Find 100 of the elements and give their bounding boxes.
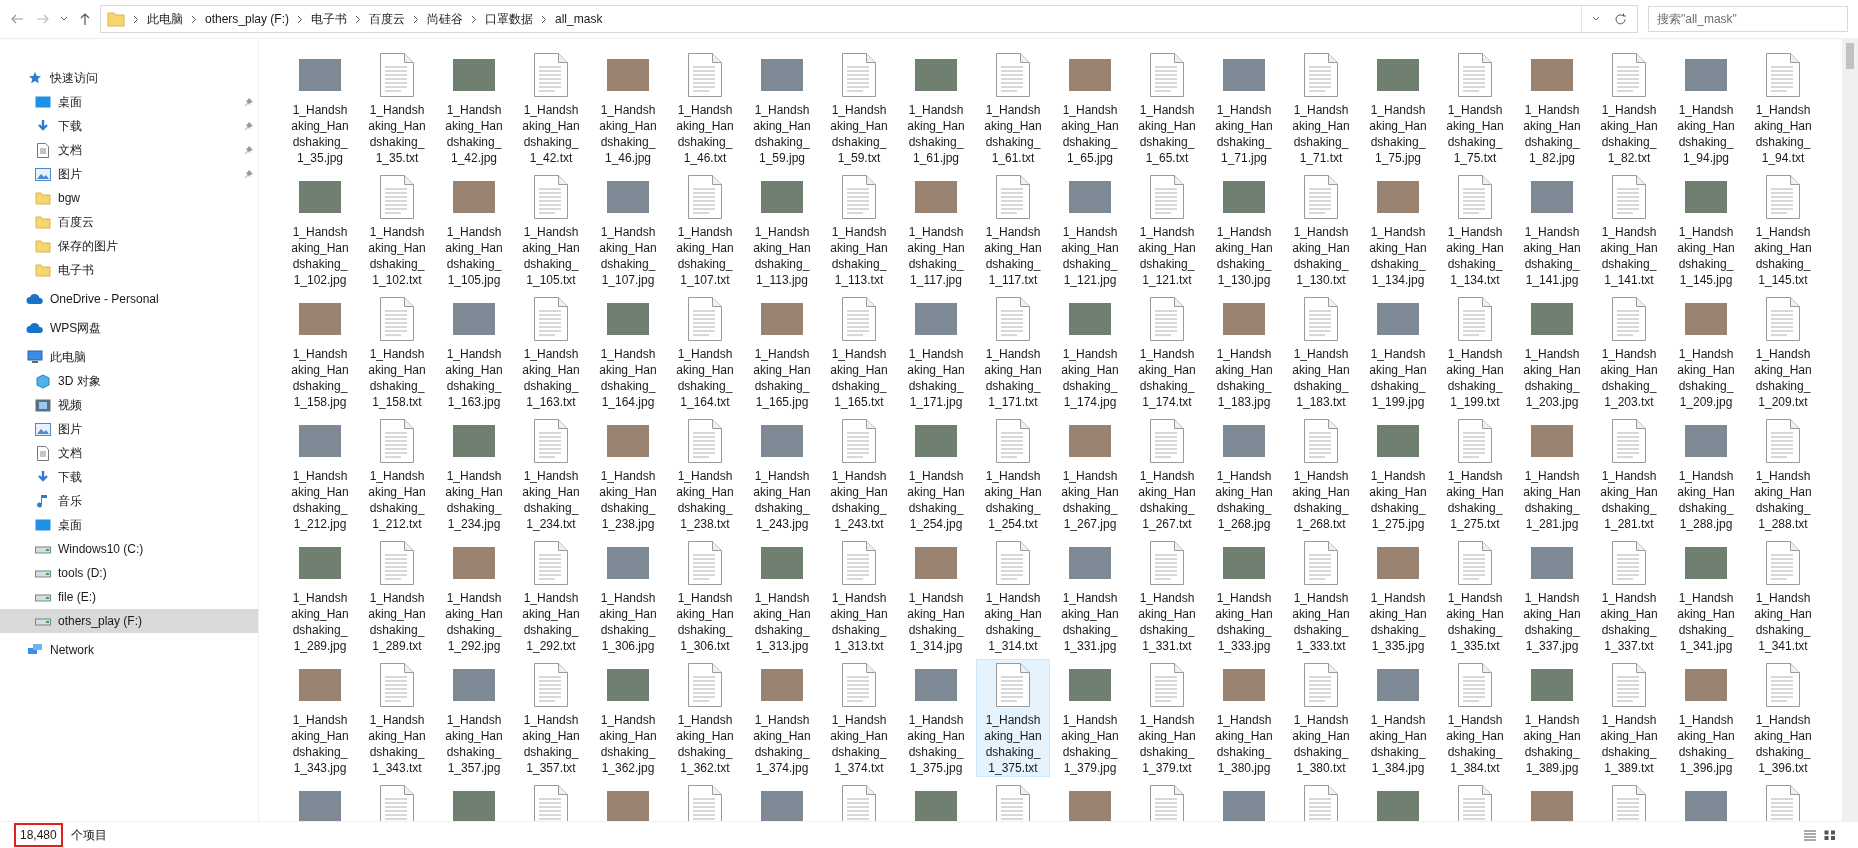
file-item[interactable]: 1_Handshaking_Handshaking_1_163.jpg [437,293,511,411]
file-item[interactable]: 1_Handshaking_Handshaking_1_335.txt [1438,537,1512,655]
file-item[interactable]: 1_Handshaking_Handshaking_1_117.jpg [899,171,973,289]
file-item[interactable]: 1_Handshaking_Handshaking_1_65.txt [1130,49,1204,167]
file-item[interactable]: 1_Handshaking_Handshaking_1_331.jpg [1053,537,1127,655]
file-item[interactable]: 1_Handshaking_Handshaking_1_75.txt [1438,49,1512,167]
file-item[interactable]: 1_Handshaking_Handshaking_1_61.jpg [899,49,973,167]
file-item[interactable]: 1_Handshaking_Handshaking_1_384.txt [1438,659,1512,777]
file-item[interactable]: 1_Handshaking_Handshaking_1_243.txt [822,415,896,533]
file-item[interactable]: 1_Handshaking_Handshaking_1_281.jpg [1515,415,1589,533]
breadcrumb-item[interactable]: 此电脑 [147,10,183,28]
file-item[interactable]: 1_Handshaking_Handshaking_1_102.txt [360,171,434,289]
file-item[interactable]: 1_Handshaking_Handshaking_1_134.jpg [1361,171,1435,289]
sidebar-item[interactable]: 3D 对象 [0,369,258,393]
sidebar-item[interactable]: 桌面 [0,513,258,537]
sidebar-item[interactable]: tools (D:) [0,561,258,585]
file-item[interactable]: 1_Handshaking_Handshaking_1_333.txt [1284,537,1358,655]
file-item[interactable]: 1_Handshaking_Handshaking_1_292.txt [514,537,588,655]
file-item[interactable]: 1_Handshaking_Handshaking_1_164.txt [668,293,742,411]
file-item[interactable]: 1_Handshaking_Handshaking_1_313.jpg [745,537,819,655]
file-item[interactable]: 1_Handshaking_Handshaking_1_158.jpg [283,293,357,411]
file-item[interactable]: 1_Handshaking_Handshaking_1_389.txt [1592,659,1666,777]
file-item[interactable]: 1_Handshaking_Handshaking_1_343.jpg [283,659,357,777]
file-item[interactable]: 1_Handshaking_Handshaking_1_59.txt [822,49,896,167]
dropdown-icon[interactable] [1592,16,1600,22]
file-item[interactable]: 1_Handshaking_Handshaking_1_75.jpg [1361,49,1435,167]
file-item[interactable]: 1_Handshaking_Handshaking_1_341.txt [1746,537,1820,655]
file-item[interactable]: 1_Handshaking_Handshaking_1_59.jpg [745,49,819,167]
file-item[interactable]: 1_Handshaking_Handshaking_1_199.jpg [1361,293,1435,411]
file-item[interactable]: 1_Handshaking_Handshaking_1_82.txt [1592,49,1666,167]
file-item[interactable]: 1_Handshaking_Handshaking_1_337.jpg [1515,537,1589,655]
sidebar-item[interactable]: 电子书 [0,258,258,282]
sidebar-item[interactable]: 保存的图片 [0,234,258,258]
pin-icon[interactable] [244,169,254,179]
sidebar-item[interactable]: 下载 [0,465,258,489]
file-item[interactable]: 1_Handshaking_Handshaking_1_333.jpg [1207,537,1281,655]
file-item[interactable]: 1_Handshaking_Handshaking_1_357.jpg [437,659,511,777]
file-item[interactable]: 1_Handshaking_Handshaking_1_203.txt [1592,293,1666,411]
file-item[interactable]: 1_Handshaking_Handshaking_1_94.jpg [1669,49,1743,167]
sidebar-item[interactable]: 图片 [0,417,258,441]
file-item[interactable]: 1_Handshaking_Handshaking_1_243.jpg [745,415,819,533]
file-item[interactable]: 1_Handshaking_Handshaking_1_113.txt [822,171,896,289]
file-item[interactable]: 1_Handshaking_Handshaking_1_107.txt [668,171,742,289]
sidebar-item[interactable]: OneDrive - Personal [0,287,258,311]
file-item[interactable]: 1_Handshaking_Handshaking_1_42.jpg [437,49,511,167]
refresh-icon[interactable] [1614,12,1627,26]
file-item[interactable]: 1_Handshaking_Handshaking_1_65.jpg [1053,49,1127,167]
file-item[interactable]: 1_Handshaking_Handshaking_1_289.jpg [283,537,357,655]
file-item[interactable]: 1_Handshaking_Handshaking_1_105.txt [514,171,588,289]
file-item[interactable]: 1_Handshaking_Handshaking_1_380.jpg [1207,659,1281,777]
file-item[interactable]: 1_Handshaking_Handshaking_1_254.jpg [899,415,973,533]
file-item[interactable]: 1_Handshaking_Handshaking_1_374.jpg [745,659,819,777]
file-item[interactable]: 1_Handshaking_Handshaking_1_171.jpg [899,293,973,411]
file-item[interactable]: 1_Handshaking_Handshaking_1_238.txt [668,415,742,533]
file-item[interactable]: 1_Handshaking_Handshaking_1_267.txt [1130,415,1204,533]
file-item[interactable]: 1_Handshaking_Handshaking_1_130.txt [1284,171,1358,289]
search-field[interactable]: 搜索"all_mask" [1648,6,1848,32]
file-item[interactable]: 1_Handshaking_Handshaking_1_384.jpg [1361,659,1435,777]
file-item[interactable]: 1_Handshaking_Handshaking_1_134.txt [1438,171,1512,289]
details-view-icon[interactable] [1804,829,1816,841]
file-item[interactable]: 1_Handshaking_Handshaking_1_203.jpg [1515,293,1589,411]
file-item[interactable]: 1_Handshaking_Handshaking_1_105.jpg [437,171,511,289]
sidebar-item[interactable]: 音乐 [0,489,258,513]
file-item[interactable]: 1_Handshaking_Handshaking_1_209.jpg [1669,293,1743,411]
file-item[interactable]: 1_Handshaking_Handshaking_1_380.txt [1284,659,1358,777]
sidebar-item[interactable]: others_play (F:) [0,609,258,633]
file-item[interactable]: 1_Handshaking_Handshaking_1_42.txt [514,49,588,167]
file-item[interactable]: 1_Handshaking_Handshaking_1_379.jpg [1053,659,1127,777]
file-item[interactable]: 1_Handshaking_Handshaking_1_254.txt [976,415,1050,533]
file-item[interactable]: 1_Handshaking_Handshaking_1_357.txt [514,659,588,777]
file-item[interactable]: 1_Handshaking_Handshaking_1_117.txt [976,171,1050,289]
file-item[interactable]: 1_Handshaking_Handshaking_1_268.txt [1284,415,1358,533]
file-item[interactable]: 1_Handshaking_Handshaking_1_314.jpg [899,537,973,655]
sidebar-item[interactable]: 百度云 [0,210,258,234]
file-item[interactable]: 1_Handshaking_Handshaking_1_288.txt [1746,415,1820,533]
file-item[interactable]: 1_Handshaking_Handshaking_1_331.txt [1130,537,1204,655]
file-item[interactable]: 1_Handshaking_Handshaking_1_171.txt [976,293,1050,411]
file-item[interactable]: 1_Handshaking_Handshaking_1_165.txt [822,293,896,411]
file-item[interactable]: 1_Handshaking_Handshaking_1_94.txt [1746,49,1820,167]
file-item[interactable]: 1_Handshaking_Handshaking_1_102.jpg [283,171,357,289]
file-item[interactable]: 1_Handshaking_Handshaking_1_275.txt [1438,415,1512,533]
file-item[interactable]: 1_Handshaking_Handshaking_1_61.txt [976,49,1050,167]
file-item[interactable]: 1_Handshaking_Handshaking_1_374.txt [822,659,896,777]
file-item[interactable]: 1_Handshaking_Handshaking_1_396.txt [1746,659,1820,777]
scrollbar[interactable] [1842,39,1858,821]
file-item[interactable]: 1_Handshaking_Handshaking_1_35.txt [360,49,434,167]
file-item[interactable]: 1_Handshaking_Handshaking_1_362.txt [668,659,742,777]
file-item[interactable]: 1_Handshaking_Handshaking_1_174.txt [1130,293,1204,411]
file-item[interactable]: 1_Handshaking_Handshaking_1_306.jpg [591,537,665,655]
file-item[interactable]: 1_Handshaking_Handshaking_1_71.txt [1284,49,1358,167]
file-item[interactable]: 1_Handshaking_Handshaking_1_183.txt [1284,293,1358,411]
file-item[interactable]: 1_Handshaking_Handshaking_1_199.txt [1438,293,1512,411]
breadcrumb-item[interactable]: 口罩数据 [485,10,534,28]
file-item[interactable]: 1_Handshaking_Handshaking_1_107.jpg [591,171,665,289]
file-item[interactable]: 1_Handshaking_Handshaking_1_130.jpg [1207,171,1281,289]
file-item[interactable]: 1_Handshaking_Handshaking_1_145.jpg [1669,171,1743,289]
file-item[interactable]: 1_Handshaking_Handshaking_1_292.jpg [437,537,511,655]
file-item[interactable]: 1_Handshaking_Handshaking_1_335.jpg [1361,537,1435,655]
file-item[interactable]: 1_Handshaking_Handshaking_1_141.txt [1592,171,1666,289]
file-item[interactable]: 1_Handshaking_Handshaking_1_164.jpg [591,293,665,411]
